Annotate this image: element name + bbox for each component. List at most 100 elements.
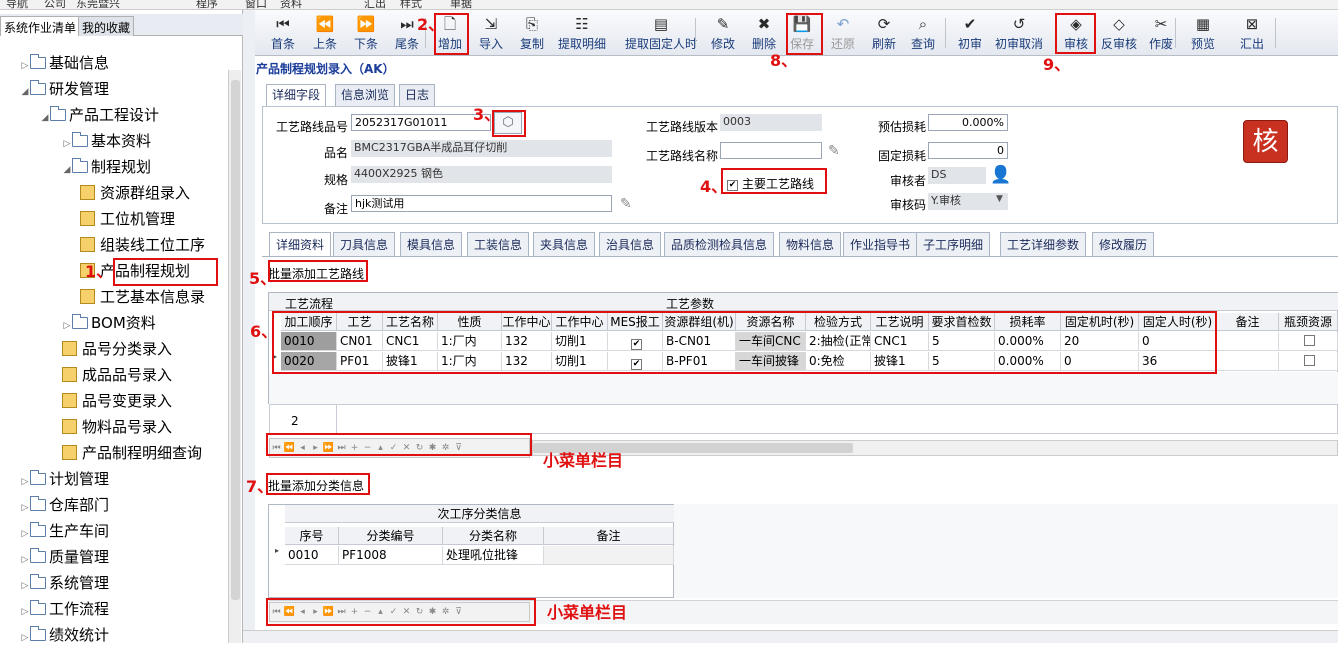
detail-tab[interactable]: 物料信息 (779, 232, 842, 257)
tree-item[interactable]: 工艺基本信息录 (80, 285, 205, 309)
tree-item[interactable]: ▷ 基本资料 (62, 129, 151, 153)
expand-toggle-icon[interactable]: ▷ (20, 54, 30, 78)
fixed-loss-input[interactable]: 0 (928, 142, 1008, 159)
tree-item[interactable]: ▷ 仓库部门 (20, 493, 109, 517)
tree-scrollbar[interactable] (228, 70, 241, 643)
tree-item[interactable]: 物料品号录入 (62, 415, 172, 439)
grid-column-header[interactable]: 分类名称 (443, 527, 544, 545)
tree-item[interactable]: ▷ 计划管理 (20, 467, 109, 491)
detail-tab[interactable]: 治具信息 (599, 232, 662, 257)
tab-system-list[interactable]: 系统作业清单 (0, 16, 81, 36)
tree-item[interactable]: ▷ 绩效统计 (20, 623, 109, 647)
toolbar-button[interactable]: ⊠ 汇出 (1235, 16, 1269, 52)
grid-column-header[interactable]: 瓶颈资源 (1279, 313, 1338, 331)
toolbar-button[interactable]: ✂ 作废 (1144, 16, 1178, 52)
expand-toggle-icon[interactable]: ▷ (20, 600, 30, 624)
tree-item[interactable]: ▷ BOM资料 (62, 311, 156, 335)
tab-log[interactable]: 日志 (399, 84, 436, 107)
expand-toggle-icon[interactable]: ▷ (20, 522, 30, 546)
toolbar-button[interactable]: ⏪ 上条 (307, 16, 343, 52)
toolbar-button[interactable]: ⌕ 查询 (906, 16, 940, 52)
menu-window[interactable]: 窗口 (245, 0, 267, 9)
expand-toggle-icon[interactable]: ▷ (20, 574, 30, 598)
grid-column-header[interactable]: 序号 (285, 527, 339, 545)
user-icon[interactable]: 👤 (990, 165, 1011, 185)
detail-tab[interactable]: 刀具信息 (333, 232, 396, 257)
tab-detail-fields[interactable]: 详细字段 (266, 84, 327, 108)
tree-item[interactable]: ◢ 制程规划 (62, 155, 151, 179)
toolbar-button[interactable]: ⏮ 首条 (265, 16, 301, 52)
route-no-input[interactable]: 2052317G01011 (351, 114, 491, 131)
table-cell[interactable]: 0010 (285, 546, 339, 565)
toolbar-button[interactable]: ↶ 还原 (826, 16, 860, 52)
edit-note-icon[interactable]: ✎ (620, 196, 632, 212)
detail-tab[interactable]: 修改履历 (1092, 232, 1155, 257)
tree-item[interactable]: ▷ 系统管理 (20, 571, 109, 595)
est-loss-input[interactable]: 0.000% (928, 114, 1008, 131)
bottleneck-checkbox[interactable] (1304, 335, 1315, 346)
grid-column-header[interactable]: 备注 (544, 527, 674, 545)
tab-favorites[interactable]: 我的收藏 (78, 16, 135, 36)
detail-tab[interactable]: 作业指导书 (843, 232, 918, 257)
remark-input[interactable]: hjk测试用 (351, 195, 612, 212)
toolbar-button[interactable]: ▤ 提取固定人时 (621, 16, 701, 52)
menu-style[interactable]: 样式 (400, 0, 422, 9)
tree-item[interactable]: ▷ 质量管理 (20, 545, 109, 569)
table-cell[interactable]: 处理吼位批锋 (443, 546, 544, 565)
expand-toggle-icon[interactable]: ▷ (20, 496, 30, 520)
tree-item[interactable]: 品号分类录入 (62, 337, 172, 361)
toolbar-button[interactable]: ⎘ 复制 (515, 16, 549, 52)
menu-doc[interactable]: 单据 (450, 0, 472, 9)
expand-toggle-icon[interactable]: ▷ (20, 626, 30, 650)
toolbar-button[interactable]: ↺ 初审取消 (991, 16, 1047, 52)
company-select[interactable]: 东莞暨兴 (76, 0, 120, 9)
table-cell[interactable] (1217, 332, 1279, 351)
detail-tab[interactable]: 子工序明细 (916, 232, 991, 257)
expand-toggle-icon[interactable]: ▷ (62, 132, 72, 156)
expand-toggle-icon[interactable]: ▷ (62, 314, 72, 338)
toolbar-button[interactable]: ☷ 提取明细 (555, 16, 609, 52)
grid-column-header[interactable]: 备注 (1217, 313, 1279, 331)
toolbar-button[interactable]: ⇲ 导入 (475, 16, 507, 52)
expand-toggle-icon[interactable]: ◢ (62, 158, 72, 182)
toolbar-button[interactable]: ✎ 修改 (706, 16, 740, 52)
table-cell[interactable] (1279, 352, 1338, 371)
tree-item[interactable]: 工位机管理 (80, 207, 175, 231)
tree-item[interactable]: ◢ 产品工程设计 (40, 103, 159, 127)
tree-item[interactable]: ▷ 生产车间 (20, 519, 109, 543)
menu-nav[interactable]: 导航 (6, 0, 28, 9)
table-cell[interactable] (1217, 352, 1279, 371)
tree-item[interactable]: ▷ 基础信息 (20, 51, 109, 75)
scrollbar-thumb[interactable] (231, 80, 240, 600)
detail-tab[interactable]: 品质检测检具信息 (664, 232, 775, 257)
detail-tab[interactable]: 详细资料 (269, 232, 332, 257)
grid-hscrollbar[interactable] (532, 440, 1338, 456)
expand-toggle-icon[interactable]: ▷ (20, 548, 30, 572)
table-cell[interactable] (544, 546, 674, 565)
menu-program[interactable]: 程序 (196, 0, 218, 9)
toolbar-button[interactable]: ⟳ 刷新 (867, 16, 901, 52)
detail-tab[interactable]: 工装信息 (467, 232, 530, 257)
detail-tab[interactable]: 模具信息 (400, 232, 463, 257)
edit-note-icon[interactable]: ✎ (828, 143, 840, 159)
expand-toggle-icon[interactable]: ▷ (20, 470, 30, 494)
tree-item[interactable]: 品号变更录入 (62, 389, 172, 413)
tree-item[interactable]: ◢ 研发管理 (20, 77, 109, 101)
grid-column-header[interactable]: 分类编号 (339, 527, 443, 545)
menu-export[interactable]: 汇出 (364, 0, 386, 9)
table-cell[interactable] (1279, 332, 1338, 351)
bottleneck-checkbox[interactable] (1304, 355, 1315, 366)
toolbar-button[interactable]: ◇ 反审核 (1097, 16, 1141, 52)
detail-tab[interactable]: 工艺详细参数 (1000, 232, 1087, 257)
tree-item[interactable]: 成品品号录入 (62, 363, 172, 387)
toolbar-button[interactable]: ▦ 预览 (1187, 16, 1219, 52)
expand-toggle-icon[interactable]: ◢ (20, 80, 30, 104)
detail-tab[interactable]: 夹具信息 (533, 232, 596, 257)
menu-data[interactable]: 资料 (280, 0, 302, 9)
toolbar-button[interactable]: ✔ 初审 (953, 16, 987, 52)
tree-item[interactable]: ▷ 工作流程 (20, 597, 109, 621)
expand-toggle-icon[interactable]: ◢ (40, 106, 50, 130)
table-cell[interactable]: PF1008 (339, 546, 443, 565)
tab-info-browse[interactable]: 信息浏览 (335, 84, 396, 107)
route-name-input[interactable] (720, 142, 822, 159)
